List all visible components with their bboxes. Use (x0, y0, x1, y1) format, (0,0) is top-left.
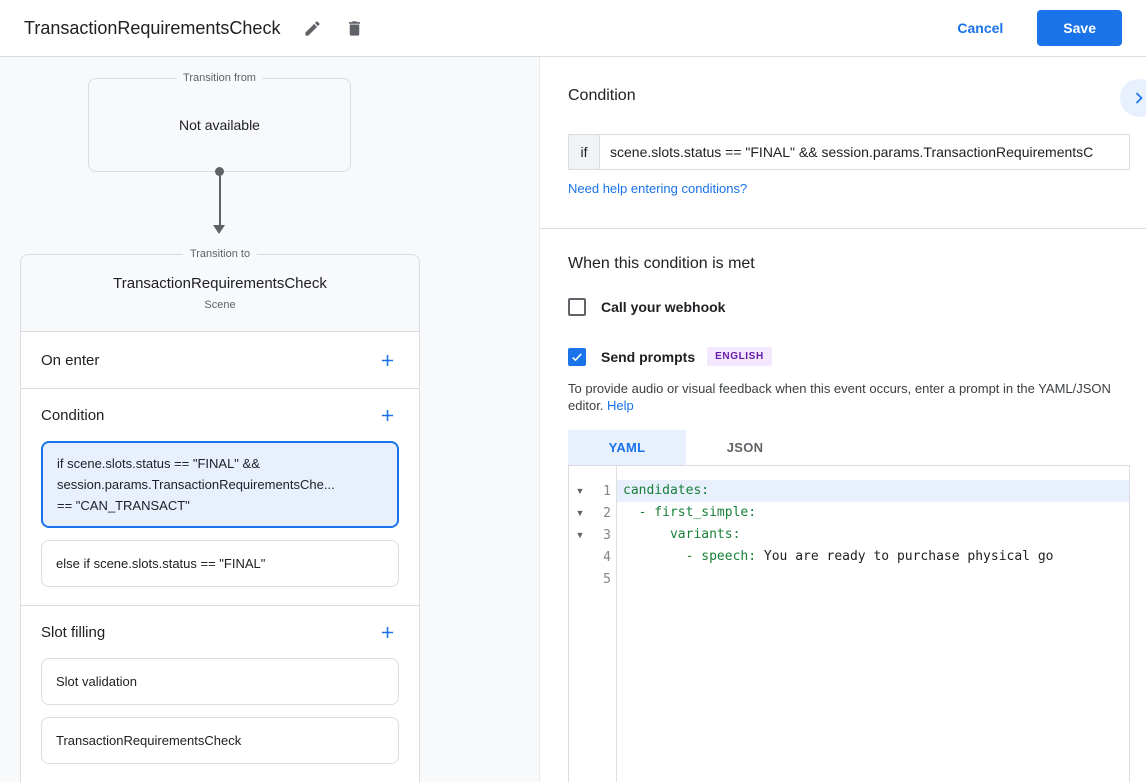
condition-text-line: session.params.TransactionRequirementsCh… (57, 477, 335, 492)
line-number: 3 (603, 527, 611, 543)
send-prompts-label: Send prompts (601, 348, 696, 365)
slot-filling-section: Slot filling Slot validation Transaction… (21, 606, 419, 764)
line-number: 2 (603, 505, 611, 521)
send-prompts-checkbox[interactable] (568, 347, 586, 366)
slot-item[interactable]: Slot validation (41, 658, 399, 705)
code-line: variants: (623, 527, 741, 542)
add-on-enter-icon[interactable] (375, 348, 399, 372)
scene-name: TransactionRequirementsCheck (113, 275, 327, 292)
page-title: TransactionRequirementsCheck (24, 17, 281, 38)
checkmark-icon (572, 352, 582, 361)
condition-item[interactable]: else if scene.slots.status == "FINAL" (41, 540, 399, 587)
scene-card-header: TransactionRequirementsCheck Scene (21, 255, 419, 332)
edit-icon[interactable] (302, 18, 322, 38)
condition-item-selected[interactable]: if scene.slots.status == "FINAL" && sess… (41, 441, 399, 528)
line-number: 1 (603, 483, 611, 499)
delete-icon[interactable] (344, 18, 364, 38)
scene-card: Transition to TransactionRequirementsChe… (20, 248, 420, 782)
fold-arrow-icon[interactable]: ▼ (569, 486, 591, 496)
yaml-code-editor[interactable]: ▼ 1 ▼ 2 ▼ 3 4 5 candidates: - first_simple:… (568, 465, 1130, 782)
tab-yaml[interactable]: YAML (568, 430, 686, 465)
transition-from-value: Not available (179, 117, 260, 133)
save-button[interactable]: Save (1037, 10, 1122, 46)
on-enter-row: On enter (21, 332, 419, 389)
description-text: To provide audio or visual feedback when… (568, 381, 1111, 413)
add-slot-icon[interactable] (375, 620, 399, 644)
if-label: if (568, 134, 600, 170)
code-area[interactable]: candidates: - first_simple: variants: - … (617, 466, 1129, 782)
tab-json[interactable]: JSON (686, 430, 804, 465)
send-prompts-row: Send prompts ENGLISH (568, 347, 772, 366)
collapse-panel-button[interactable] (1120, 79, 1146, 117)
condition-section-label: Condition (41, 406, 105, 424)
fold-arrow-icon[interactable]: ▼ (569, 530, 591, 540)
panel-title: Condition (568, 87, 636, 104)
when-condition-met-title: When this condition is met (568, 255, 755, 272)
webhook-row: Call your webhook (568, 298, 725, 316)
editor-format-tabs: YAML JSON (568, 430, 804, 465)
condition-text-line: if scene.slots.status == "FINAL" && (57, 456, 260, 471)
language-badge: ENGLISH (707, 347, 772, 366)
condition-section: Condition if scene.slots.status == "FINA… (21, 389, 419, 606)
help-link[interactable]: Help (607, 398, 634, 413)
condition-expression-input[interactable] (600, 134, 1130, 170)
editor-gutter: ▼ 1 ▼ 2 ▼ 3 4 5 (569, 466, 617, 782)
cancel-button[interactable]: Cancel (957, 20, 1003, 36)
chevron-right-icon (1135, 92, 1143, 104)
slot-filling-label: Slot filling (41, 623, 106, 641)
webhook-checkbox[interactable] (568, 298, 586, 316)
on-enter-label: On enter (41, 351, 100, 369)
transition-from-box: Transition from Not available (88, 72, 351, 172)
fold-arrow-icon[interactable]: ▼ (569, 508, 591, 518)
webhook-label: Call your webhook (601, 299, 726, 315)
add-condition-icon[interactable] (375, 403, 399, 427)
code-line: - first_simple: (623, 505, 757, 520)
transition-from-label: Transition from (176, 72, 263, 84)
scene-type-label: Scene (204, 299, 236, 311)
scene-graph-panel: Transition from Not available Transition… (0, 57, 540, 782)
code-line: - speech: You are ready to purchase phys… (623, 549, 1054, 564)
connector-line (218, 175, 221, 225)
condition-text-line: == "CAN_TRANSACT" (57, 498, 190, 513)
transition-to-label: Transition to (182, 248, 258, 260)
divider (540, 228, 1146, 229)
code-line: candidates: (617, 480, 1129, 502)
conditions-help-link[interactable]: Need help entering conditions? (568, 181, 747, 196)
line-number: 5 (603, 571, 611, 587)
condition-expression-row: if (568, 134, 1130, 170)
top-bar: TransactionRequirementsCheck Cancel Save (0, 0, 1146, 57)
condition-editor-panel: Condition if Need help entering conditio… (540, 57, 1146, 782)
line-number: 4 (603, 549, 611, 565)
slot-item[interactable]: TransactionRequirementsCheck (41, 717, 399, 764)
arrow-down-icon (213, 225, 225, 234)
prompts-description: To provide audio or visual feedback when… (568, 380, 1134, 414)
